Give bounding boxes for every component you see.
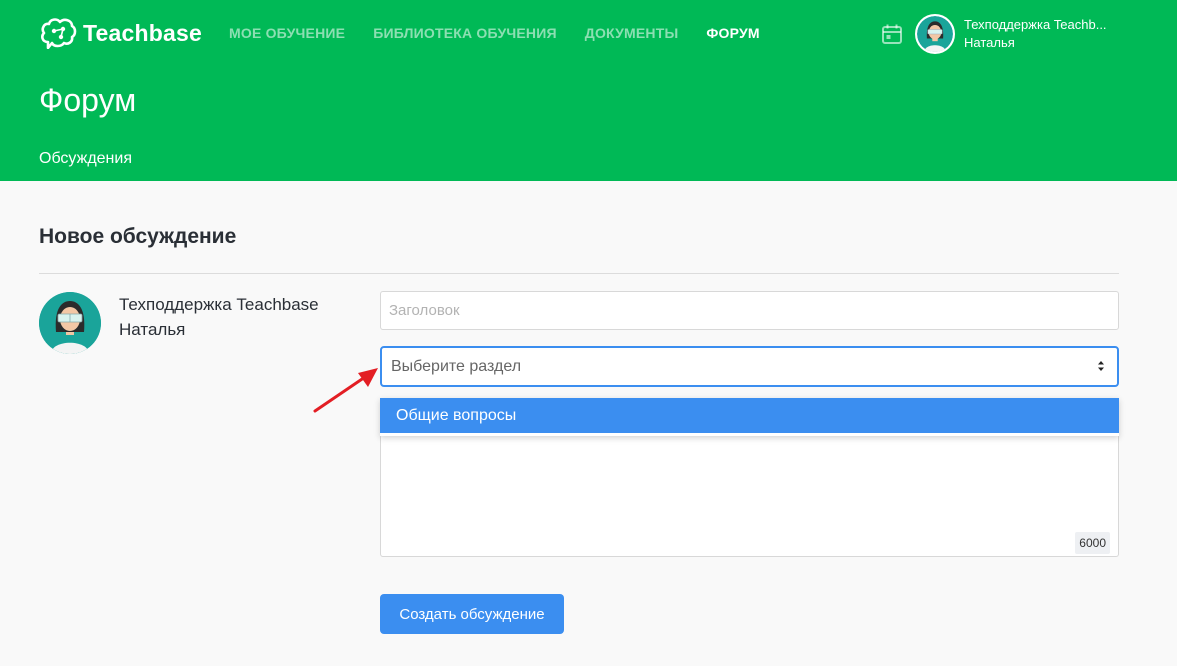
brand-logo[interactable]: Teachbase [39,17,202,49]
dropdown-option-general[interactable]: Общие вопросы [380,398,1119,433]
user-name: Техподдержка Teachb... Наталья [964,16,1107,52]
section-select[interactable]: Выберите раздел [380,346,1119,387]
nav-forum[interactable]: ФОРУМ [706,25,759,41]
red-arrow-annotation [313,368,378,413]
section-heading: Новое обсуждение [39,225,237,248]
author-avatar-image [39,292,101,354]
user-menu[interactable]: Техподдержка Teachb... Наталья [915,14,1107,54]
create-discussion-button[interactable]: Создать обсуждение [380,594,564,634]
user-avatar-image [917,16,953,52]
divider [39,273,1119,274]
nav-documents[interactable]: ДОКУМЕНТЫ [585,25,679,41]
main-nav: МОЕ ОБУЧЕНИЕ БИБЛИОТЕКА ОБУЧЕНИЯ ДОКУМЕН… [229,25,788,41]
author-avatar [39,292,101,354]
author-name-line1: Техподдержка Teachbase [119,295,319,314]
author-name-line2: Наталья [119,320,186,339]
author-name: Техподдержка Teachbase Наталья [119,292,319,342]
calendar-icon[interactable] [881,23,903,45]
message-textarea[interactable]: 6000 [380,434,1119,557]
nav-my-learning[interactable]: МОЕ ОБУЧЕНИЕ [229,25,345,41]
section-select-value: Выберите раздел [391,357,522,375]
brand-name: Teachbase [83,19,202,46]
brain-logo-icon [41,18,77,49]
avatar [915,14,955,54]
user-name-line1: Техподдержка Teachb... [964,17,1107,32]
select-arrows-icon [1098,361,1104,371]
char-counter: 6000 [1075,532,1110,554]
nav-library[interactable]: БИБЛИОТЕКА ОБУЧЕНИЯ [373,25,557,41]
subnav-discussions[interactable]: Обсуждения [39,150,132,168]
page-title: Форум [39,82,137,118]
top-header: Teachbase МОЕ ОБУЧЕНИЕ БИБЛИОТЕКА ОБУЧЕН… [0,0,1177,181]
section-dropdown: Общие вопросы [380,398,1119,436]
title-input[interactable] [380,291,1119,330]
user-name-line2: Наталья [964,35,1015,50]
